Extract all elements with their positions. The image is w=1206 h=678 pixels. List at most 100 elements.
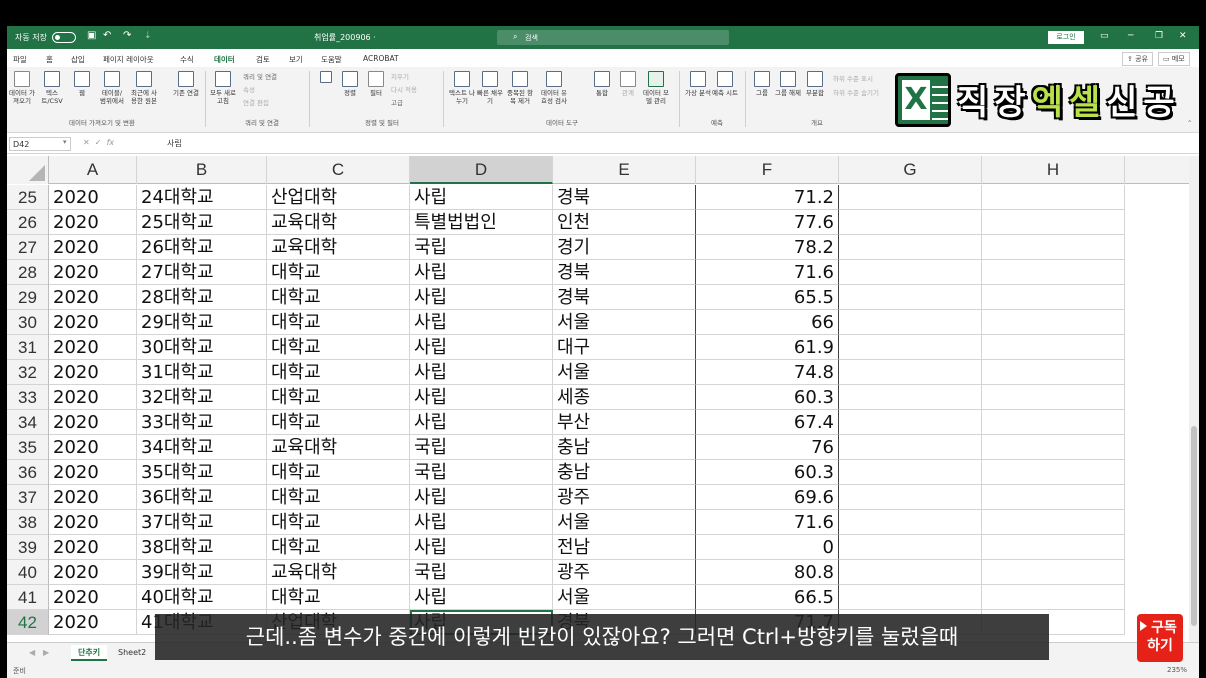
hide-detail-item[interactable]: 하위 수준 숨기기 [833,87,879,97]
recent-sources-button[interactable]: 최근에 사용한 원본 [131,71,157,105]
row-header[interactable]: 29 [7,285,48,310]
cell-h[interactable] [982,410,1125,435]
cell-g[interactable] [839,235,982,260]
filter-button[interactable]: 필터 [363,71,389,97]
column-header-b[interactable]: B [137,156,267,184]
cell-f[interactable]: 61.9 [696,335,839,360]
name-box-dropdown-icon[interactable]: ▾ [63,138,67,146]
cell-f[interactable]: 80.8 [696,560,839,585]
cell-h[interactable] [982,285,1125,310]
formula-input[interactable]: 사립 [167,138,182,149]
name-box[interactable]: D42 [9,137,71,151]
advanced-item[interactable]: 고급 [391,97,403,107]
row-header[interactable]: 42 [7,610,48,635]
cell-g[interactable] [839,535,982,560]
cell-b[interactable]: 25대학교 [137,210,267,235]
relationships-button[interactable]: 관계 [615,71,641,97]
cell-c[interactable]: 교육대학 [267,235,410,260]
cell-c[interactable]: 대학교 [267,335,410,360]
cell-g[interactable] [839,585,982,610]
cell-g[interactable] [839,210,982,235]
cell-h[interactable] [982,435,1125,460]
cell-e[interactable]: 충남 [553,460,696,485]
cell-e[interactable]: 서울 [553,360,696,385]
cell-e[interactable]: 경기 [553,235,696,260]
cell-d[interactable]: 사립 [410,510,553,535]
cell-e[interactable]: 서울 [553,585,696,610]
cell-d[interactable]: 사립 [410,485,553,510]
cell-h[interactable] [982,535,1125,560]
minimize-button[interactable]: ─ [1128,31,1133,41]
cell-a[interactable]: 2020 [49,185,137,210]
cell-d[interactable]: 사립 [410,260,553,285]
cell-c[interactable]: 교육대학 [267,435,410,460]
sort-button[interactable]: 정렬 [337,71,363,97]
cell-a[interactable]: 2020 [49,385,137,410]
autosave-toggle[interactable] [52,32,76,43]
cell-b[interactable]: 24대학교 [137,185,267,210]
row-header[interactable]: 35 [7,435,48,460]
cell-a[interactable]: 2020 [49,535,137,560]
cell-c[interactable]: 대학교 [267,410,410,435]
edit-links-item[interactable]: 연결 편집 [243,97,269,107]
cell-f[interactable]: 77.6 [696,210,839,235]
cell-a[interactable]: 2020 [49,585,137,610]
subscribe-button[interactable]: 구독 하기 [1137,614,1183,662]
sheet-tab-1[interactable]: 단추키 [71,645,108,661]
cell-c[interactable]: 대학교 [267,285,410,310]
queries-connections-item[interactable]: 쿼리 및 연결 [243,71,277,81]
cell-f[interactable]: 66 [696,310,839,335]
cell-c[interactable]: 교육대학 [267,210,410,235]
cell-e[interactable]: 세종 [553,385,696,410]
cell-g[interactable] [839,260,982,285]
properties-item[interactable]: 속성 [243,84,255,94]
cell-b[interactable]: 36대학교 [137,485,267,510]
cell-f[interactable]: 66.5 [696,585,839,610]
vertical-scrollbar[interactable] [1189,156,1199,656]
cell-h[interactable] [982,260,1125,285]
cell-c[interactable]: 대학교 [267,485,410,510]
cell-h[interactable] [982,360,1125,385]
cell-c[interactable]: 대학교 [267,385,410,410]
cell-b[interactable]: 28대학교 [137,285,267,310]
column-header-e[interactable]: E [553,156,696,184]
cell-c[interactable]: 대학교 [267,535,410,560]
row-header[interactable]: 36 [7,460,48,485]
cell-g[interactable] [839,485,982,510]
existing-connections-button[interactable]: 기존 연결 [173,71,199,97]
row-header[interactable]: 27 [7,235,48,260]
cell-h[interactable] [982,510,1125,535]
login-button[interactable]: 로그인 [1048,31,1084,44]
cell-h[interactable] [982,460,1125,485]
prev-sheet-icon[interactable]: ◀ [29,648,35,657]
cell-c[interactable]: 대학교 [267,585,410,610]
cell-c[interactable]: 대학교 [267,360,410,385]
cell-e[interactable]: 서울 [553,510,696,535]
tab-home[interactable]: 홈 [46,54,53,65]
cell-a[interactable]: 2020 [49,560,137,585]
cell-e[interactable]: 서울 [553,310,696,335]
cell-d[interactable]: 사립 [410,335,553,360]
tab-view[interactable]: 보기 [289,54,303,65]
text-to-columns-button[interactable]: 텍스트 나누기 [449,71,475,105]
refresh-all-button[interactable]: 모두 새로 고침 [210,71,236,105]
cell-b[interactable]: 39대학교 [137,560,267,585]
cell-d[interactable]: 국립 [410,560,553,585]
from-text-csv-button[interactable]: 텍스트/CSV [39,71,65,105]
cell-h[interactable] [982,585,1125,610]
cell-a[interactable]: 2020 [49,510,137,535]
cell-c[interactable]: 산업대학 [267,185,410,210]
select-all-corner[interactable] [7,156,49,184]
row-header[interactable]: 41 [7,585,48,610]
fx-icon[interactable]: fx [107,138,115,147]
cell-a[interactable]: 2020 [49,410,137,435]
column-header-c[interactable]: C [267,156,410,184]
cell-c[interactable]: 대학교 [267,260,410,285]
forecast-sheet-button[interactable]: 예측 시트 [712,71,738,97]
cell-e[interactable]: 광주 [553,560,696,585]
clear-filter-item[interactable]: 지우기 [391,71,409,81]
cell-g[interactable] [839,335,982,360]
cell-f[interactable]: 78.2 [696,235,839,260]
cell-b[interactable]: 31대학교 [137,360,267,385]
column-header-a[interactable]: A [49,156,137,184]
